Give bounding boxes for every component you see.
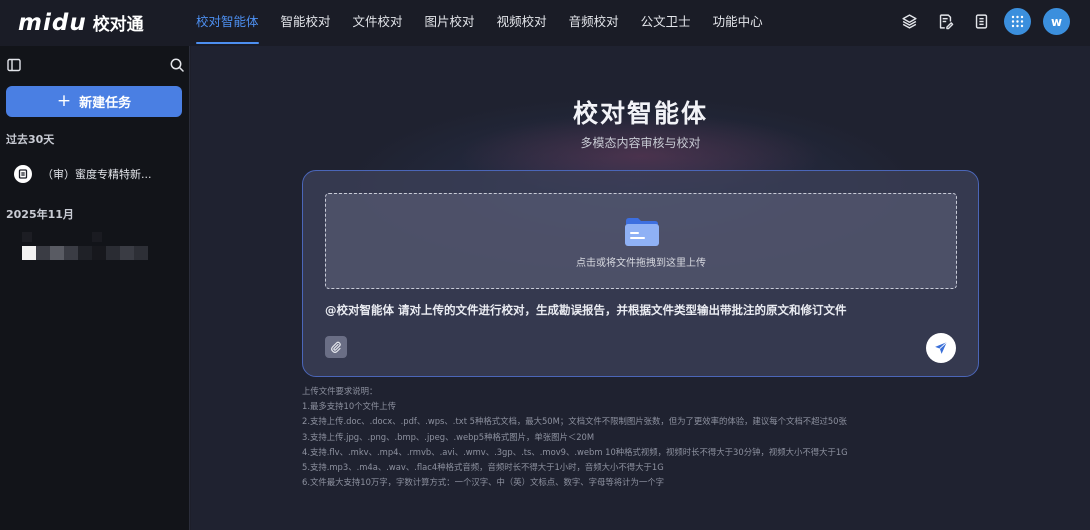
upload-dropzone[interactable]: 点击或将文件拖拽到这里上传 <box>325 193 957 289</box>
logo-mark: midu <box>18 10 87 36</box>
nav-item-agent[interactable]: 校对智能体 <box>196 0 259 46</box>
logo-text: 校对通 <box>92 15 144 35</box>
history-item[interactable]: （审）蜜度专精特新... <box>14 164 182 184</box>
notes-line: 4.支持.flv、.mkv、.mp4、.rmvb、.avi、.wmv、.3gp、… <box>302 446 848 457</box>
notes-line: 3.支持上传.jpg、.png、.bmp、.jpeg、.webp5种格式图片，单… <box>302 431 595 442</box>
history-item-label: （审）蜜度专精特新... <box>42 168 152 181</box>
nav-item-image-proofread[interactable]: 图片校对 <box>425 0 475 46</box>
section-month-label: 2025年11月 <box>6 208 74 221</box>
prompt-text[interactable]: @校对智能体 请对上传的文件进行校对，生成勘误报告，并根据文件类型输出带批注的原… <box>325 302 955 318</box>
new-task-label: 新建任务 <box>79 96 132 111</box>
edit-doc-icon[interactable] <box>934 11 956 33</box>
input-panel: 点击或将文件拖拽到这里上传 @校对智能体 请对上传的文件进行校对，生成勘误报告，… <box>302 170 979 377</box>
folder-icon <box>624 217 660 251</box>
user-avatar[interactable]: w <box>1043 8 1070 35</box>
blurred-history-item[interactable] <box>22 232 148 260</box>
layers-icon[interactable] <box>898 11 920 33</box>
nav-item-file-proofread[interactable]: 文件校对 <box>353 0 403 46</box>
nav-item-smart-proofread[interactable]: 智能校对 <box>281 0 331 46</box>
list-doc-icon[interactable] <box>970 11 992 33</box>
section-recent-label: 过去30天 <box>6 133 55 146</box>
dropzone-text: 点击或将文件拖拽到这里上传 <box>576 258 706 269</box>
nav-item-feature-center[interactable]: 功能中心 <box>713 0 763 46</box>
notes-heading: 上传文件要求说明： <box>302 386 378 396</box>
notes-line: 1.最多支持10个文件上传 <box>302 401 397 412</box>
avatar-initial: w <box>1050 14 1063 29</box>
send-button[interactable] <box>926 333 956 363</box>
search-icon[interactable] <box>170 57 184 76</box>
new-task-button[interactable]: + 新建任务 <box>6 86 182 117</box>
attach-icon[interactable] <box>325 336 347 358</box>
page-subtitle: 多模态内容审核与校对 <box>580 136 701 150</box>
main-nav: 校对智能体 智能校对 文件校对 图片校对 视频校对 音频校对 公文卫士 功能中心 <box>196 0 785 46</box>
plus-icon: + <box>56 90 72 111</box>
top-actions: w <box>884 8 1070 35</box>
notes-line: 2.支持上传.doc、.docx、.pdf、.wps、.txt 5种格式文档，最… <box>302 416 847 427</box>
notes-line: 6.文件最大支持10万字，字数计算方式：一个汉字、中（英）文标点、数字、字母等将… <box>302 477 665 488</box>
review-doc-icon <box>14 165 32 183</box>
main-area: 校对智能体 多模态内容审核与校对 点击或将文件拖拽到这里上传 @校对智能体 请对… <box>191 46 1090 530</box>
nav-item-document-guard[interactable]: 公文卫士 <box>641 0 691 46</box>
top-bar: midu 校对通 校对智能体 智能校对 文件校对 图片校对 视频校对 音频校对 … <box>0 0 1090 46</box>
upload-requirements: 上传文件要求说明： 1.最多支持10个文件上传 2.支持上传.doc、.docx… <box>302 384 1002 490</box>
sidebar: + 新建任务 过去30天 （审）蜜度专精特新... 2025年11月 <box>0 46 190 530</box>
sidebar-toggle-icon[interactable] <box>7 57 21 76</box>
apps-grid-icon[interactable] <box>1004 8 1031 35</box>
app-logo[interactable]: midu 校对通 <box>18 10 144 36</box>
nav-item-audio-proofread[interactable]: 音频校对 <box>569 0 619 46</box>
page-title: 校对智能体 <box>572 99 708 128</box>
send-icon <box>935 341 948 354</box>
sidebar-toolbar <box>7 57 184 75</box>
nav-item-video-proofread[interactable]: 视频校对 <box>497 0 547 46</box>
notes-line: 5.支持.mp3、.m4a、.wav、.flac4种格式音频，音频时长不得大于1… <box>302 462 664 473</box>
